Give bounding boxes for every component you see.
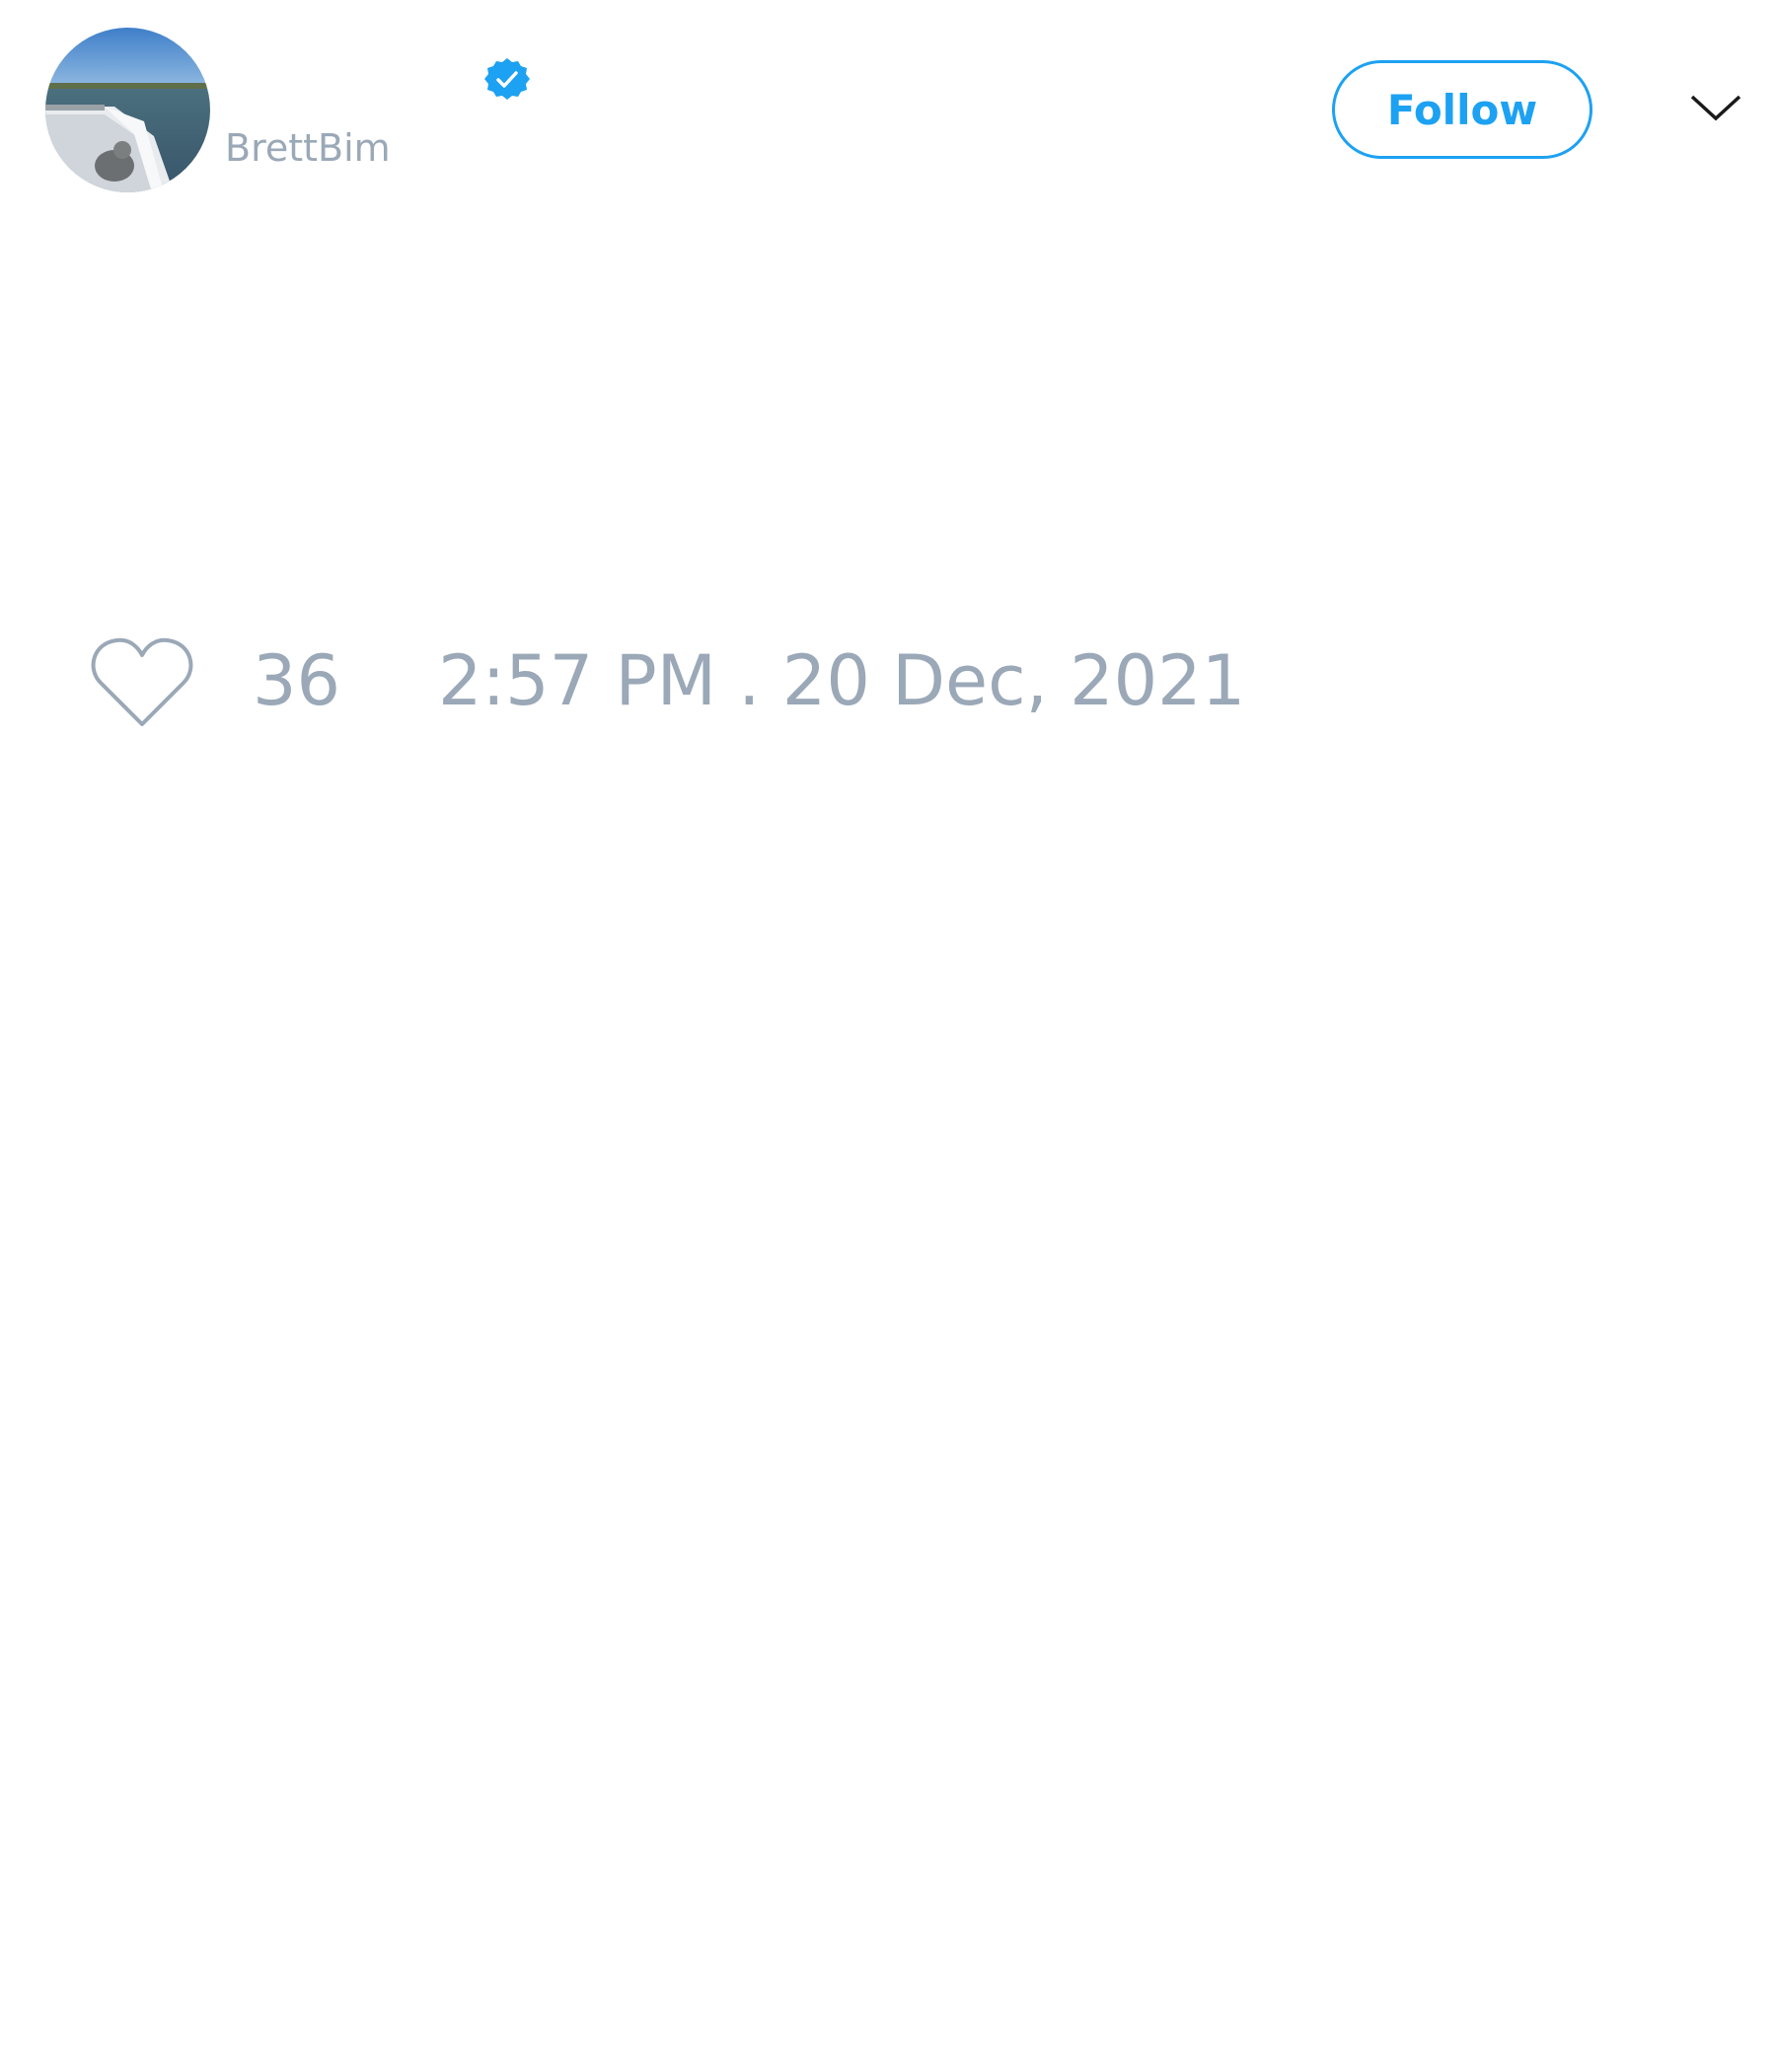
avatar[interactable] bbox=[45, 28, 210, 192]
like-count: 36 bbox=[253, 640, 341, 721]
heart-icon[interactable] bbox=[89, 635, 195, 730]
verified-badge-icon bbox=[484, 58, 530, 100]
author-handle[interactable]: BrettBim bbox=[225, 126, 391, 170]
avatar-image bbox=[45, 28, 210, 192]
follow-button[interactable]: Follow bbox=[1332, 60, 1592, 159]
chevron-down-icon[interactable] bbox=[1690, 91, 1741, 124]
tweet-timestamp[interactable]: 2:57 PM . 20 Dec, 2021 bbox=[438, 639, 1245, 722]
tweet-embed: BrettBim Follow 36 2:57 PM . 20 Dec, 202… bbox=[0, 0, 1776, 2072]
